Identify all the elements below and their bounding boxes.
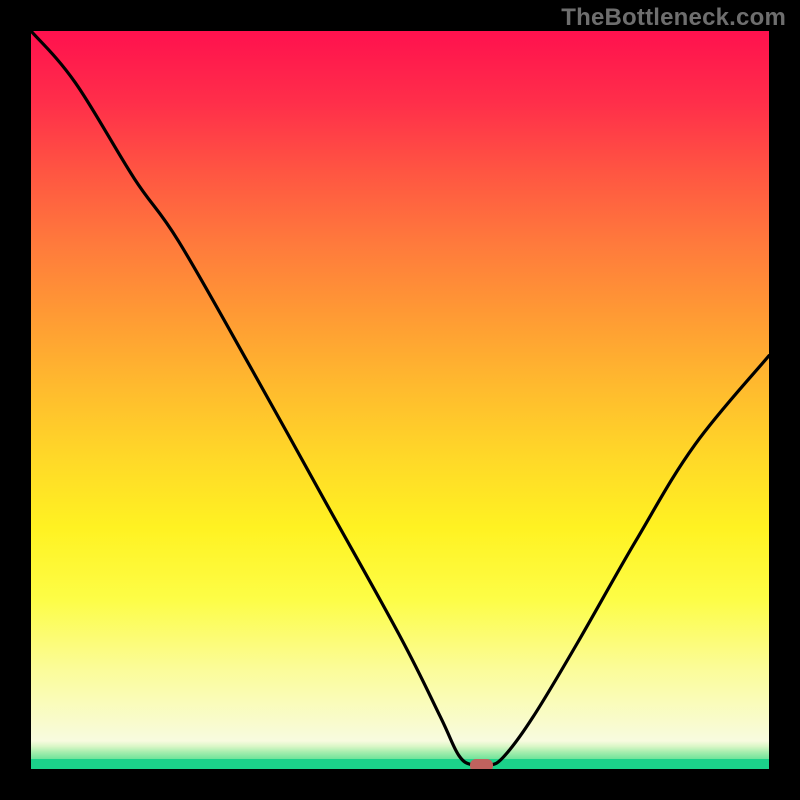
chart-frame: TheBottleneck.com bbox=[0, 0, 800, 800]
bottleneck-curve bbox=[31, 31, 769, 769]
optimal-point-marker bbox=[470, 759, 493, 769]
curve-path bbox=[31, 31, 769, 767]
plot-area bbox=[31, 31, 769, 769]
watermark-text: TheBottleneck.com bbox=[561, 4, 786, 32]
